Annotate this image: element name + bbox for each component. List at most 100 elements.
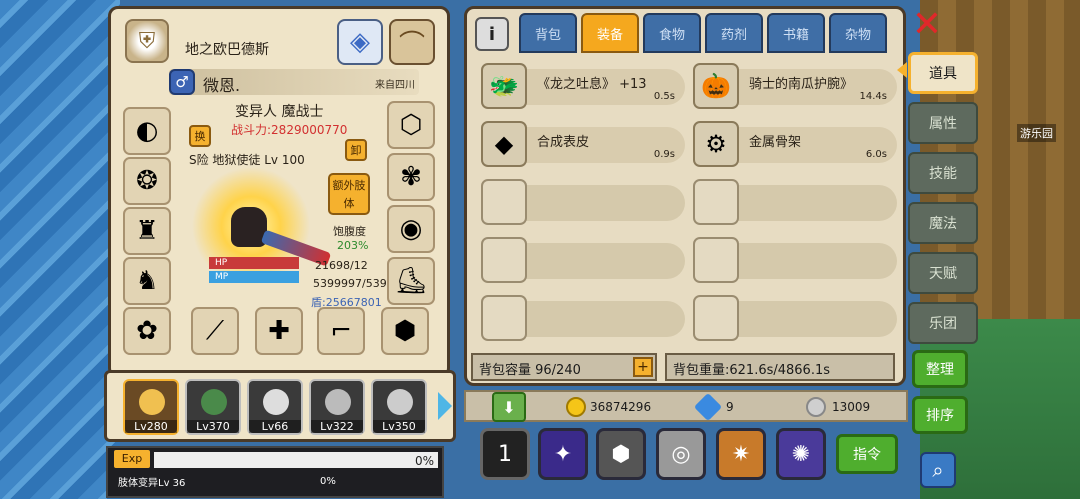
character-panel: ⛨ 地之欧巴德斯 ◈ ⌒ ♂ 微恩. 来自四川 变异人 魔战士 战斗力:2829… [108, 6, 450, 378]
character-header: ⛨ 地之欧巴德斯 ◈ ⌒ [121, 15, 437, 69]
pet-next-arrow-icon[interactable] [438, 392, 452, 420]
item-slot[interactable]: ⚙ 金属骨架 6.0s [689, 119, 897, 169]
side-tab-band[interactable]: 乐团 [908, 302, 978, 344]
diamond-icon [693, 392, 723, 422]
side-tab-skills[interactable]: 技能 [908, 152, 978, 194]
swap-button[interactable]: 换 [189, 125, 211, 147]
player-name: 微恩. [203, 76, 241, 95]
command-button[interactable]: 指令 [836, 434, 898, 474]
empty-slot-icon [481, 237, 527, 283]
item-name: 《龙之吐息》 +13 [537, 77, 647, 92]
pet-slot[interactable]: Lv280 [123, 379, 179, 435]
armor-icon: ♜ [135, 216, 159, 246]
item-band [719, 185, 897, 221]
equip-slot-device[interactable]: ⬢ [381, 307, 429, 355]
pet-slot[interactable]: Lv322 [309, 379, 365, 435]
close-icon[interactable]: ✕ [910, 7, 944, 43]
empty-item-slot[interactable] [689, 293, 897, 343]
necklace-icon: ❂ [136, 166, 158, 196]
hanger-icon[interactable]: ⌒ [389, 19, 435, 65]
item-band [719, 243, 897, 279]
guild-emblem-icon[interactable]: ⛨ [125, 19, 169, 63]
equip-slot-offhand[interactable]: ✚ [255, 307, 303, 355]
equip-slot-body[interactable]: ♜ [123, 207, 171, 255]
shuriken-icon[interactable]: ✷ [716, 428, 766, 480]
magnifier-coin-icon[interactable]: ◎ [656, 428, 706, 480]
item-slot[interactable]: 🎃 骑士的南瓜护腕》 14.4s [689, 61, 897, 111]
crystal-icon[interactable]: ◈ [337, 19, 383, 65]
diamond-amount: 9 [726, 400, 734, 414]
tab-books[interactable]: 书籍 [767, 13, 825, 53]
bag-weight-text: 背包重量:621.6s/4866.1s [673, 363, 831, 378]
exp-panel: Exp 0% 肢体变异Lv 36 0% [106, 446, 444, 498]
equip-slot-badge[interactable]: ⬡ [387, 101, 435, 149]
tab-equipment[interactable]: 装备 [581, 13, 639, 53]
equip-slot-boots[interactable]: ⛸ [387, 257, 435, 305]
side-tab-attributes[interactable]: 属性 [908, 102, 978, 144]
boots-icon: ⛸ [394, 266, 428, 296]
job-exp-percent: 0% [320, 476, 336, 487]
equip-slot-head[interactable]: ◐ [123, 107, 171, 155]
side-tab-magic[interactable]: 魔法 [908, 202, 978, 244]
pet-level: Lv280 [125, 420, 177, 433]
equip-slot-neck[interactable]: ❂ [123, 157, 171, 205]
gear-orb-icon[interactable]: ✺ [776, 428, 826, 480]
tab-food[interactable]: 食物 [643, 13, 701, 53]
gold-coin-icon [566, 397, 586, 417]
tab-misc[interactable]: 杂物 [829, 13, 887, 53]
item-name: 金属骨架 [749, 135, 802, 150]
gold-amount: 36874296 [590, 400, 652, 414]
equip-slot-legs[interactable]: ♞ [123, 257, 171, 305]
number-card-icon[interactable]: 1 [480, 428, 530, 480]
empty-item-slot[interactable] [477, 177, 685, 227]
bag-weight: 背包重量:621.6s/4866.1s [665, 353, 895, 381]
item-slot[interactable]: 🐲 《龙之吐息》 +13 0.5s [477, 61, 685, 111]
order-button[interactable]: 排序 [912, 396, 968, 434]
equip-slot-pet[interactable]: ✿ [123, 307, 171, 355]
inventory-tabs: 背包 装备 食物 药剂 书籍 杂物 [517, 13, 897, 55]
tab-backpack[interactable]: 背包 [519, 13, 577, 53]
bag-capacity-text: 背包容量 96/240 [479, 363, 581, 378]
side-tab-talent[interactable]: 天赋 [908, 252, 978, 294]
pet-portrait [325, 389, 351, 415]
crossbow-icon: ✚ [268, 316, 290, 346]
equip-slot-weapon[interactable]: ⟋ [191, 307, 239, 355]
pet-portrait [139, 389, 165, 415]
extra-body-button[interactable]: 额外肢体 [328, 173, 370, 215]
equip-slot-ring[interactable]: ◉ [387, 205, 435, 253]
wizard-hat-icon[interactable]: ✦ [538, 428, 588, 480]
empty-item-slot[interactable] [689, 177, 897, 227]
pet-slot[interactable]: Lv66 [247, 379, 303, 435]
unequip-button[interactable]: 卸 [345, 139, 367, 161]
empty-item-slot[interactable] [689, 235, 897, 285]
map-location-label: 游乐园 [1017, 124, 1056, 142]
item-weight: 0.9s [653, 149, 675, 160]
hp-value: 21698/12 [315, 259, 368, 272]
equip-slot-gun[interactable]: ⌐ [317, 307, 365, 355]
empty-item-slot[interactable] [477, 293, 685, 343]
silver-coin-icon [806, 397, 826, 417]
rabbit-icon: ✿ [136, 316, 158, 346]
download-icon[interactable]: ⬇ [492, 392, 526, 422]
mask-icon: ◐ [135, 116, 159, 146]
side-tab-items[interactable]: 道具 [908, 52, 978, 94]
plus-icon[interactable]: + [633, 357, 653, 377]
male-gender-icon: ♂ [169, 69, 195, 95]
pet-portrait [387, 389, 413, 415]
sort-button[interactable]: 整理 [912, 350, 968, 388]
info-icon[interactable]: i [475, 17, 509, 51]
pet-level: Lv322 [311, 420, 363, 433]
pet-slot[interactable]: Lv370 [185, 379, 241, 435]
bag-capacity: 背包容量 96/240 + [471, 353, 657, 381]
search-icon[interactable]: ⌕ [920, 452, 956, 488]
item-grid: 🐲 《龙之吐息》 +13 0.5s 🎃 骑士的南瓜护腕》 14.4s ◆ 合成表… [473, 59, 897, 347]
empty-slot-icon [481, 295, 527, 341]
hexagon-icon[interactable]: ⬢ [596, 428, 646, 480]
hunger-value: 203% [337, 239, 369, 252]
item-slot[interactable]: ◆ 合成表皮 0.9s [477, 119, 685, 169]
exp-percent: 0% [414, 454, 434, 468]
equip-slot-cape[interactable]: ✾ [387, 153, 435, 201]
pet-slot[interactable]: Lv350 [371, 379, 427, 435]
tab-potions[interactable]: 药剂 [705, 13, 763, 53]
empty-item-slot[interactable] [477, 235, 685, 285]
